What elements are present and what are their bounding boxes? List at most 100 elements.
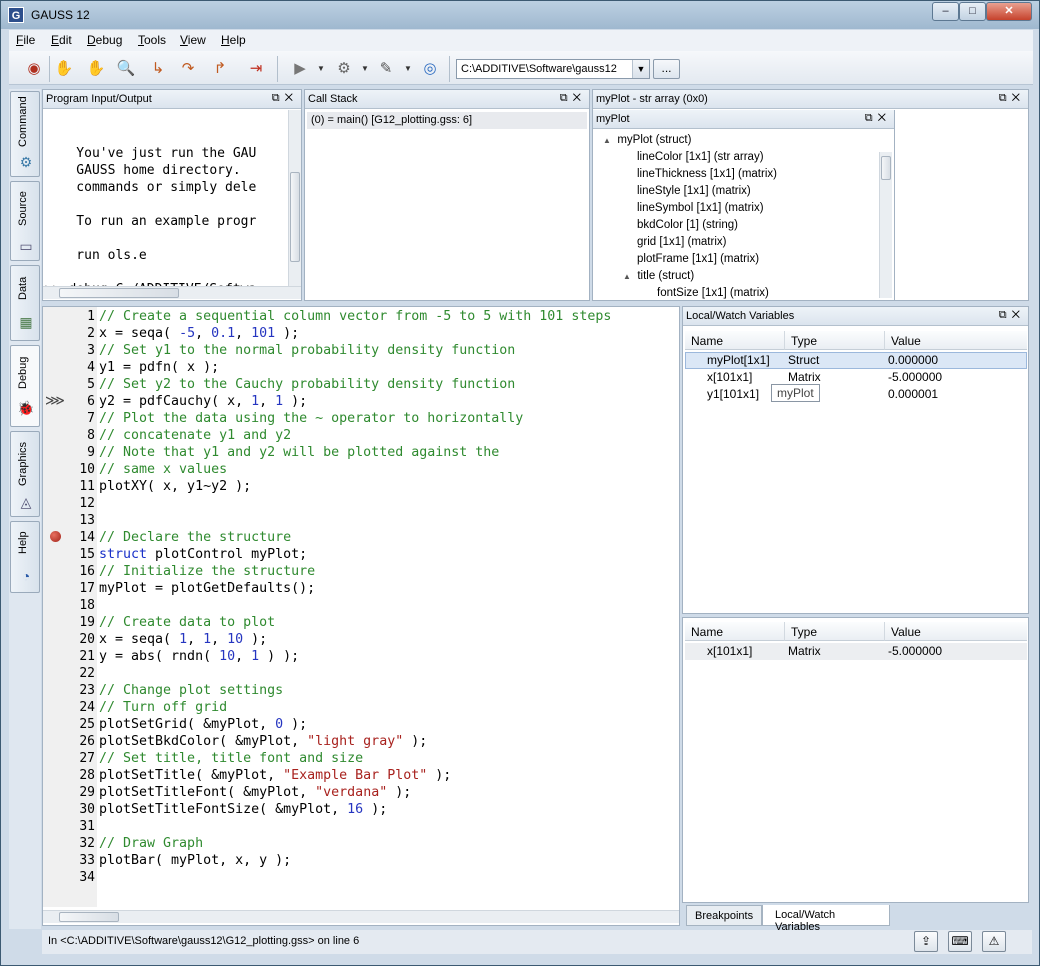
line-number[interactable]: 9 <box>65 444 95 461</box>
working-directory-combo[interactable]: C:\ADDITIVE\Software\gauss12 ▼ <box>456 59 650 79</box>
menu-tools[interactable]: Tools <box>138 33 166 47</box>
code-editor[interactable]: 1 2 3 4 5 6 7 8 9 10 11 12 13 14 15 16 17 18 19 20 21 22 23 24 2… <box>42 306 680 926</box>
line-number[interactable]: 12 <box>65 495 95 512</box>
line-number[interactable]: 30 <box>65 801 95 818</box>
line-number[interactable]: 8 <box>65 427 95 444</box>
vertical-scrollbar[interactable] <box>288 110 301 288</box>
line-number[interactable]: 24 <box>65 699 95 716</box>
code-line[interactable]: // Note that y1 and y2 will be plotted a… <box>99 444 499 461</box>
column-header-type[interactable]: Type <box>785 331 885 350</box>
line-number[interactable]: 31 <box>65 818 95 835</box>
hand-icon[interactable]: ✋ <box>53 58 75 80</box>
menu-debug[interactable]: Debug <box>87 33 122 47</box>
tree-node[interactable]: lineThickness [1x1] (matrix) <box>593 166 877 183</box>
line-number[interactable]: 23 <box>65 682 95 699</box>
panel-float-close-icons[interactable]: ⧉✕ <box>560 92 586 105</box>
code-line[interactable]: // Set y1 to the normal probability dens… <box>99 342 515 359</box>
code-line[interactable]: plotXY( x, y1~y2 ); <box>99 478 251 495</box>
edit-icon[interactable]: ✎ <box>375 58 397 80</box>
tree-node-title[interactable]: ▲ title (struct) <box>593 268 877 285</box>
tree-node[interactable]: grid [1x1] (matrix) <box>593 234 877 251</box>
panel-float-close-icons[interactable]: ⧉✕ <box>999 309 1025 322</box>
code-line[interactable]: // Create data to plot <box>99 614 275 631</box>
var-name[interactable]: y1[101x1] <box>707 386 759 403</box>
code-line[interactable]: // Declare the structure <box>99 529 291 546</box>
column-header-type[interactable]: Type <box>785 622 885 641</box>
tree-node[interactable]: lineSymbol [1x1] (matrix) <box>593 200 877 217</box>
tree-node[interactable]: fontSize [1x1] (matrix) <box>593 285 877 300</box>
code-line[interactable]: // Create a sequential column vector fro… <box>99 308 611 325</box>
line-number[interactable]: 18 <box>65 597 95 614</box>
code-line[interactable]: struct plotControl myPlot; <box>99 546 307 563</box>
close-button[interactable]: ✕ <box>986 2 1032 21</box>
line-number[interactable]: 21 <box>65 648 95 665</box>
line-number[interactable]: 3 <box>65 342 95 359</box>
code-line[interactable]: plotSetTitleFont( &myPlot, "verdana" ); <box>99 784 411 801</box>
code-line[interactable]: // Turn off grid <box>99 699 227 716</box>
line-number[interactable]: 29 <box>65 784 95 801</box>
line-number[interactable]: 7 <box>65 410 95 427</box>
code-line[interactable]: plotSetGrid( &myPlot, 0 ); <box>99 716 307 733</box>
sidebar-tab-data[interactable]: Data ▦ <box>10 265 40 341</box>
code-line[interactable]: // Change plot settings <box>99 682 283 699</box>
code-line[interactable]: plotBar( myPlot, x, y ); <box>99 852 291 869</box>
line-number[interactable]: 5 <box>65 376 95 393</box>
maximize-button[interactable]: □ <box>959 2 986 21</box>
run-icon[interactable]: ▶ <box>289 58 311 80</box>
line-number[interactable]: 22 <box>65 665 95 682</box>
tree-node[interactable]: lineStyle [1x1] (matrix) <box>593 183 877 200</box>
code-line[interactable]: // Set title, title font and size <box>99 750 363 767</box>
panel-float-close-icons[interactable]: ⧉✕ <box>999 92 1025 105</box>
line-number[interactable]: 32 <box>65 835 95 852</box>
warning-icon[interactable]: ⚠ <box>982 931 1006 952</box>
code-line[interactable]: // Set y2 to the Cauchy probability dens… <box>99 376 515 393</box>
program-io-output[interactable]: You've just run the GAU GAUSS home direc… <box>45 111 287 289</box>
code-line[interactable]: // Draw Graph <box>99 835 203 852</box>
code-line[interactable]: y1 = pdfn( x ); <box>99 359 219 376</box>
line-number[interactable]: 19 <box>65 614 95 631</box>
line-number[interactable]: 25 <box>65 716 95 733</box>
horizontal-scrollbar[interactable] <box>43 286 301 299</box>
column-header-name[interactable]: Name <box>685 622 785 641</box>
panel-float-close-icons[interactable]: ⧉✕ <box>865 112 891 125</box>
line-number[interactable]: 10 <box>65 461 95 478</box>
line-number[interactable]: 15 <box>65 546 95 563</box>
code-line[interactable]: // Initialize the structure <box>99 563 315 580</box>
output-tray-icon[interactable]: ⇪ <box>914 931 938 952</box>
tab-local-watch[interactable]: Local/Watch Variables <box>762 905 890 933</box>
column-header-name[interactable]: Name <box>685 331 785 350</box>
var-name[interactable]: myPlot[1x1] <box>707 352 770 369</box>
code-line[interactable]: plotSetTitleFontSize( &myPlot, 16 ); <box>99 801 387 818</box>
line-number[interactable]: 6 <box>65 393 95 410</box>
keyboard-icon[interactable]: ⌨ <box>948 931 972 952</box>
tab-breakpoints[interactable]: Breakpoints <box>686 905 762 926</box>
sidebar-tab-source[interactable]: Source ▭ <box>10 181 40 261</box>
minimize-button[interactable]: – <box>932 2 959 21</box>
sidebar-tab-debug[interactable]: Debug 🐞 <box>10 345 40 427</box>
line-number[interactable]: 2 <box>65 325 95 342</box>
column-header-value[interactable]: Value <box>885 622 1027 641</box>
sidebar-tab-graphics[interactable]: Graphics ◬ <box>10 431 40 517</box>
code-line[interactable]: plotSetBkdColor( &myPlot, "light gray" )… <box>99 733 427 750</box>
var-name[interactable]: x[101x1] <box>707 369 752 386</box>
step-into-icon[interactable]: ↳ <box>147 58 169 80</box>
menu-view[interactable]: View <box>180 33 206 47</box>
stop-icon[interactable]: ◎ <box>419 58 441 80</box>
line-number[interactable]: 28 <box>65 767 95 784</box>
code-line[interactable]: x = seqa( -5, 0.1, 101 ); <box>99 325 299 342</box>
code-line[interactable]: y2 = pdfCauchy( x, 1, 1 ); <box>99 393 307 410</box>
line-number[interactable]: 26 <box>65 733 95 750</box>
code-line[interactable]: // concatenate y1 and y2 <box>99 427 291 444</box>
step-over-icon[interactable]: ↷ <box>177 58 199 80</box>
menu-edit[interactable]: Edit <box>51 33 72 47</box>
var-name[interactable]: x[101x1] <box>707 643 752 660</box>
browse-button[interactable]: ... <box>653 59 680 79</box>
menu-help[interactable]: Help <box>221 33 246 47</box>
menu-file[interactable]: File <box>16 33 35 47</box>
vertical-scrollbar[interactable] <box>879 152 892 298</box>
code-line[interactable]: // same x values <box>99 461 227 478</box>
chevron-down-icon[interactable]: ▼ <box>397 58 419 80</box>
sidebar-tab-help[interactable]: Help ◔ <box>10 521 40 593</box>
call-stack-entry[interactable]: (0) = main() [G12_plotting.gss: 6] <box>307 112 587 129</box>
line-number[interactable]: 13 <box>65 512 95 529</box>
